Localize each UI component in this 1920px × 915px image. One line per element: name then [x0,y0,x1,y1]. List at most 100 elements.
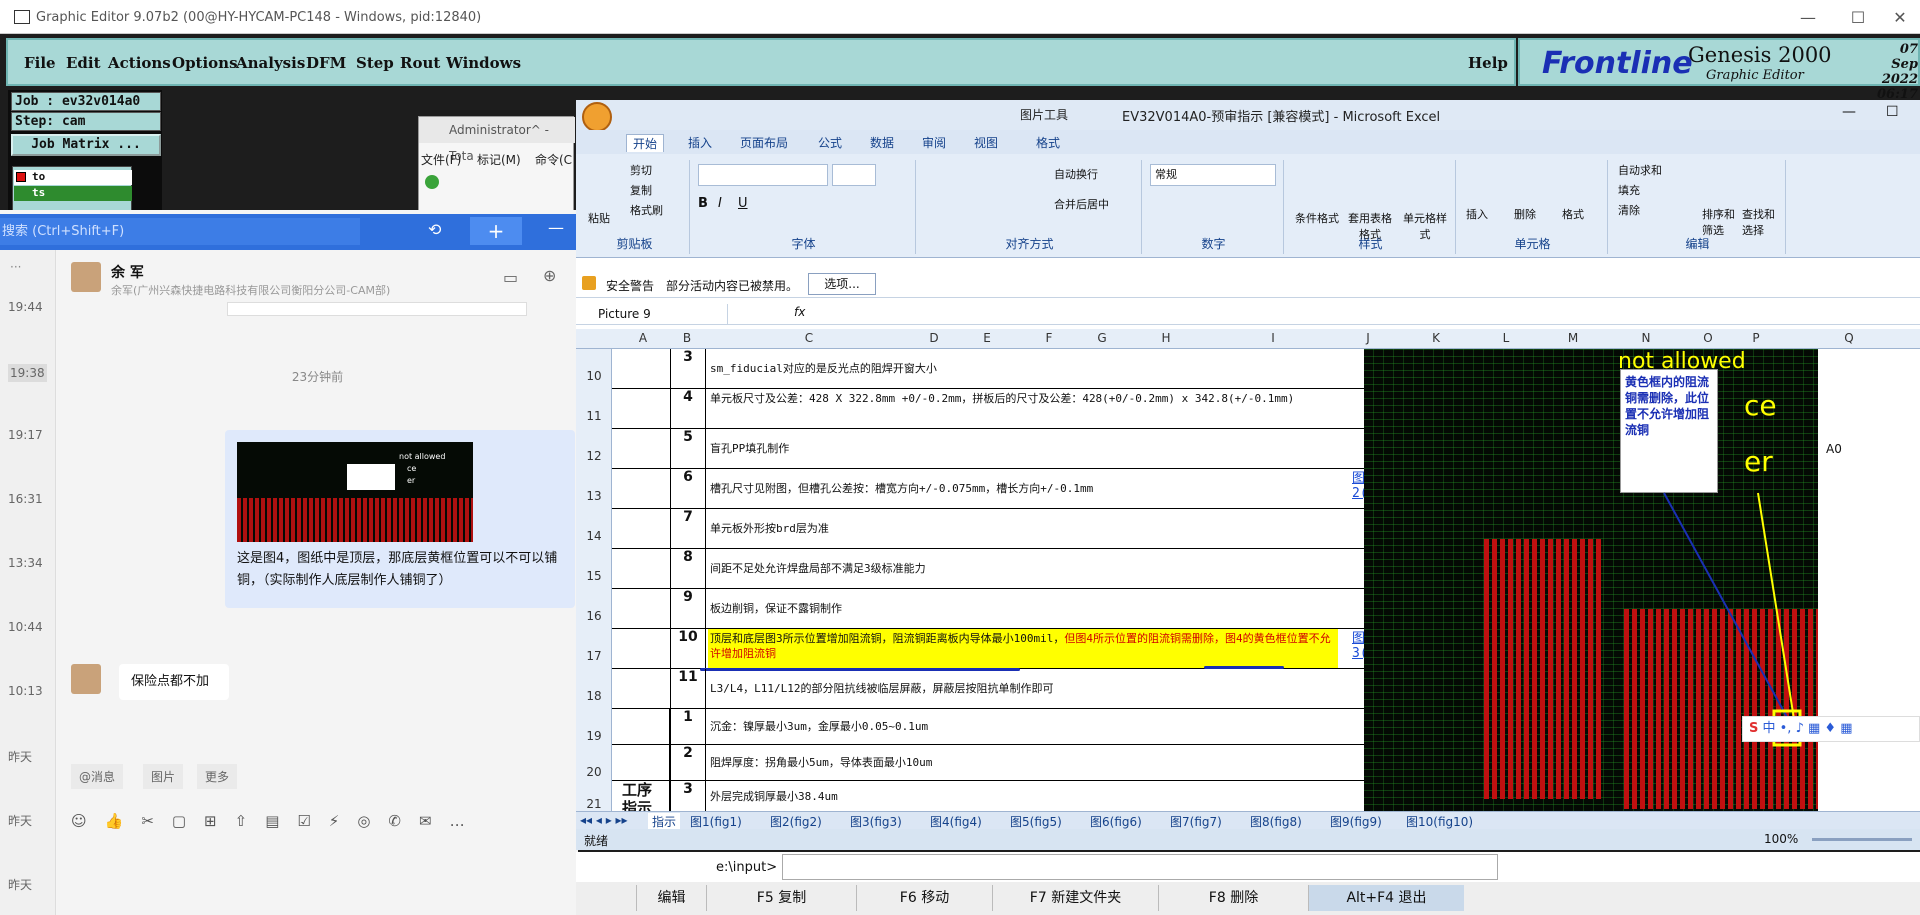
sheet-tab[interactable]: 图3(fig3) [850,813,902,830]
format-painter-button[interactable]: 格式刷 [630,202,663,218]
table-row[interactable]: 1 沉金：镍厚最小3um，金厚最小0.05~0.1um [612,709,1364,745]
history-icon[interactable]: ⟲ [428,220,441,239]
zoom-level[interactable]: 100% [1764,832,1798,846]
table-row[interactable]: 5 盲孔PP填孔制作 [612,429,1364,469]
col-header[interactable]: G [1078,331,1126,345]
tab-review[interactable]: 审阅 [922,134,946,151]
italic-icon[interactable]: I [718,196,722,211]
fkey-new-folder[interactable]: F7 新建文件夹 [992,885,1158,911]
col-header[interactable]: K [1396,331,1476,345]
fx-icon[interactable]: fx [794,305,805,319]
conditional-format-button[interactable]: 条件格式 [1292,210,1342,226]
avatar[interactable] [71,262,101,292]
minimize-chat-icon[interactable]: — [548,218,564,237]
fkey-edit[interactable]: 编辑 [636,885,706,911]
paste-button[interactable]: 粘贴 [588,210,610,226]
row-header[interactable]: 18 [576,689,612,703]
message-image[interactable]: not allowed ce er [237,442,473,542]
number-format-select[interactable]: 常规 [1150,164,1276,186]
command-input[interactable] [782,854,1498,880]
row-header[interactable]: 14 [576,529,612,543]
sheet-nav-icons[interactable]: ◂◂ ◂ ▸ ▸▸ [580,813,628,827]
chat-toolbar-icons[interactable]: ☺👍✂▢⊞⇧▤☑⚡◎✆✉… [71,812,483,830]
row-header[interactable]: 20 [576,765,612,779]
col-header[interactable]: Q [1778,331,1920,345]
bold-icon[interactable]: B [698,196,708,211]
row-header[interactable]: 10 [576,369,612,383]
table-row[interactable]: 2 阻焊厚度：拐角最小5um，导体表面最小10um [612,745,1364,781]
sheet-tab[interactable]: 图5(fig5) [1010,813,1062,830]
col-header[interactable]: M [1536,331,1610,345]
tab-home[interactable]: 开始 [626,134,665,152]
table-row[interactable]: 4 单元板尺寸及公差：428 X 322.8mm +0/-0.2mm，拼板后的尺寸… [612,389,1364,429]
tab-formulas[interactable]: 公式 [818,134,842,151]
sheet-tab[interactable]: 图4(fig4) [930,813,982,830]
col-header[interactable]: L [1476,331,1536,345]
col-header[interactable]: J [1340,331,1396,345]
menu-dfm[interactable]: DFM [306,54,346,72]
layer-ts[interactable]: ts [14,186,132,201]
name-box[interactable]: Picture 9 [576,304,728,324]
find-select-button[interactable]: 查找和选择 [1742,206,1778,238]
table-row[interactable]: 8 间距不足处允许焊盘局部不满足3级标准能力 [612,549,1364,589]
menu-windows[interactable]: Windows [446,54,521,72]
autosum-button[interactable]: 自动求和 [1618,162,1662,178]
row-header[interactable]: 21 [576,797,612,811]
menu-help[interactable]: Help [1468,54,1508,72]
col-header[interactable]: N [1610,331,1682,345]
excel-maximize-icon[interactable]: ☐ [1886,104,1899,120]
zoom-slider[interactable] [1812,838,1912,841]
refresh-icon[interactable] [425,175,439,189]
menu-actions[interactable]: Actions [108,54,171,72]
copy-button[interactable]: 复制 [630,182,652,198]
col-header[interactable]: D [914,331,954,345]
add-button[interactable]: + [470,217,522,245]
tab-insert[interactable]: 插入 [688,134,712,151]
add-user-icon[interactable]: ⊕ [543,266,556,285]
ime-toolbar[interactable]: S 中 •, ♪ ▦ ♦ ▦ [1742,716,1920,742]
menu-analysis[interactable]: Analysis [236,54,305,72]
tab-more[interactable]: 更多 [197,764,238,789]
fkey-move[interactable]: F6 移动 [856,885,992,911]
clear-button[interactable]: 清除 [1618,202,1640,218]
row-header[interactable]: 13 [576,489,612,503]
underline-icon[interactable]: U [738,196,748,211]
tab-view[interactable]: 视图 [974,134,998,151]
col-header[interactable]: E [954,331,1020,345]
row-header[interactable]: 15 [576,569,612,583]
table-row[interactable]: 10 顶层和底层图3所示位置增加阻流铜，阻流铜距离板内导体最小100mil，但图… [612,629,1399,669]
excel-minimize-icon[interactable]: — [1842,104,1856,120]
sheet-tab[interactable]: 图10(fig10) [1406,813,1473,830]
tab-data[interactable]: 数据 [870,134,894,151]
row-header[interactable]: 12 [576,449,612,463]
col-header[interactable]: F [1020,331,1078,345]
office-button[interactable] [582,102,612,132]
col-header[interactable]: H [1126,331,1206,345]
menu-file[interactable]: File [24,54,56,72]
layer-to[interactable]: to [14,170,132,185]
sheet-tab[interactable]: 图7(fig7) [1170,813,1222,830]
sheet-tab[interactable]: 指示 [648,813,681,830]
table-row[interactable]: 9 板边削铜，保证不露铜制作 [612,589,1364,629]
fill-button[interactable]: 填充 [1618,182,1640,198]
format-cells-button[interactable]: 格式 [1562,206,1584,222]
row-header[interactable]: 11 [576,409,612,423]
sheet-tab[interactable]: 图1(fig1) [690,813,742,830]
col-header[interactable]: I [1206,331,1340,345]
sheet-tab[interactable]: 图9(fig9) [1330,813,1382,830]
sheet-tab[interactable]: 图6(fig6) [1090,813,1142,830]
menu-step[interactable]: Step [356,54,394,72]
table-row[interactable]: 11 L3/L4，L11/L12的部分阻抗线被临层屏蔽，屏蔽层按阻抗单制作即可 [612,669,1364,709]
chat-search-input[interactable]: 搜索 (Ctrl+Shift+F) [0,218,360,245]
col-header[interactable]: B [670,331,704,345]
font-name-select[interactable] [698,164,828,186]
tab-images[interactable]: 图片 [143,764,184,789]
table-row[interactable]: 6 槽孔尺寸见附图，但槽孔公差按：槽宽方向+/-0.075mm，槽长方向+/-0.… [612,469,1399,509]
row-header[interactable]: 17 [576,649,612,663]
options-button[interactable]: 选项... [808,273,876,295]
job-matrix-button[interactable]: Job Matrix ... [11,134,161,156]
merge-center-button[interactable]: 合并后居中 [1054,196,1109,212]
col-header[interactable]: O [1682,331,1734,345]
row-header[interactable]: 19 [576,729,612,743]
col-header[interactable]: P [1734,331,1778,345]
